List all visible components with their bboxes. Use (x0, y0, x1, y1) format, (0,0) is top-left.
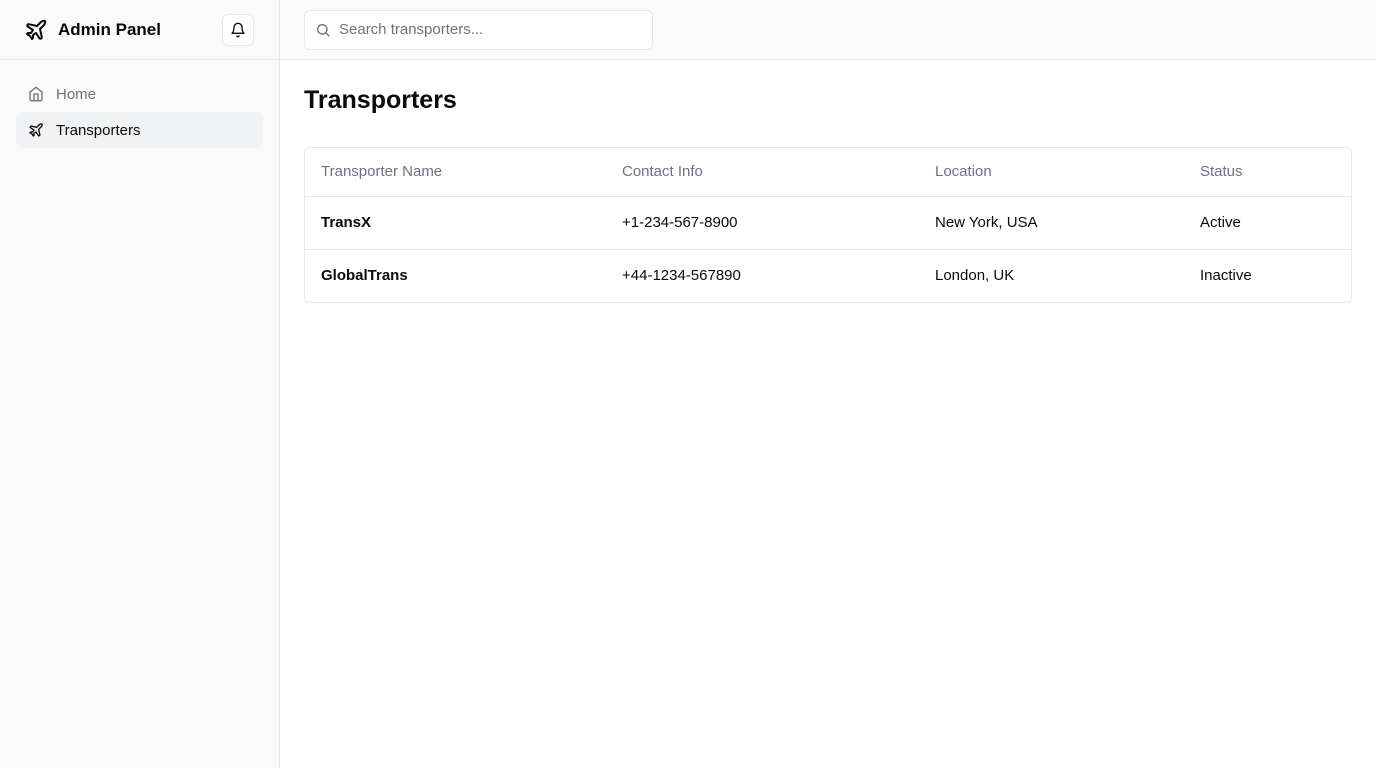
transporters-table-card: Transporter Name Contact Info Location S… (304, 147, 1352, 303)
app-title: Admin Panel (58, 19, 161, 39)
sidebar-item-home[interactable]: Home (16, 76, 263, 112)
page-title: Transporters (304, 86, 457, 114)
cell-transporter-name: TransX (305, 196, 606, 250)
sidebar: Admin Panel Home Transporters (0, 0, 280, 768)
cell-status: Inactive (1200, 267, 1252, 285)
brand[interactable]: Admin Panel (24, 18, 161, 42)
column-header-status[interactable]: Status (1184, 148, 1351, 197)
bell-icon (230, 22, 246, 38)
column-header-location[interactable]: Location (919, 148, 1184, 197)
notifications-button[interactable] (222, 13, 254, 46)
cell-status: Active (1184, 196, 1351, 250)
search-input[interactable] (339, 21, 642, 38)
cell-transporter-name: GlobalTrans (321, 267, 408, 285)
cell-contact-info: +1-234-567-8900 (606, 196, 919, 250)
search-icon (315, 22, 331, 38)
sidebar-header: Admin Panel (0, 0, 279, 60)
column-header-contact[interactable]: Contact Info (606, 148, 919, 197)
sidebar-item-transporters[interactable]: Transporters (16, 112, 263, 148)
table-row[interactable]: GlobalTrans +44-1234-567890 London, UK I… (305, 249, 1351, 302)
sidebar-item-label: Transporters (56, 121, 141, 139)
column-header-name[interactable]: Transporter Name (305, 148, 606, 197)
app-root: Admin Panel Home Transporters Search tra… (0, 0, 1376, 768)
transporters-table: Transporter Name Contact Info Location S… (305, 148, 1351, 302)
plane-icon (28, 122, 44, 138)
content: Transporters Transporter Name Contact In… (280, 60, 1376, 327)
topbar (280, 0, 1376, 60)
cell-contact-info: +44-1234-567890 (622, 267, 741, 285)
sidebar-item-label: Home (56, 85, 97, 103)
plane-icon (24, 18, 48, 42)
search-box[interactable] (304, 9, 653, 50)
main: Transporters Transporter Name Contact In… (280, 0, 1376, 768)
sidebar-nav: Home Transporters (0, 60, 279, 164)
cell-location: London, UK (935, 267, 1015, 285)
cell-location: New York, USA (919, 196, 1184, 250)
table-row[interactable]: TransX +1-234-567-8900 New York, USA Act… (305, 196, 1351, 250)
home-icon (28, 86, 44, 102)
table-header-row: Transporter Name Contact Info Location S… (305, 148, 1351, 197)
